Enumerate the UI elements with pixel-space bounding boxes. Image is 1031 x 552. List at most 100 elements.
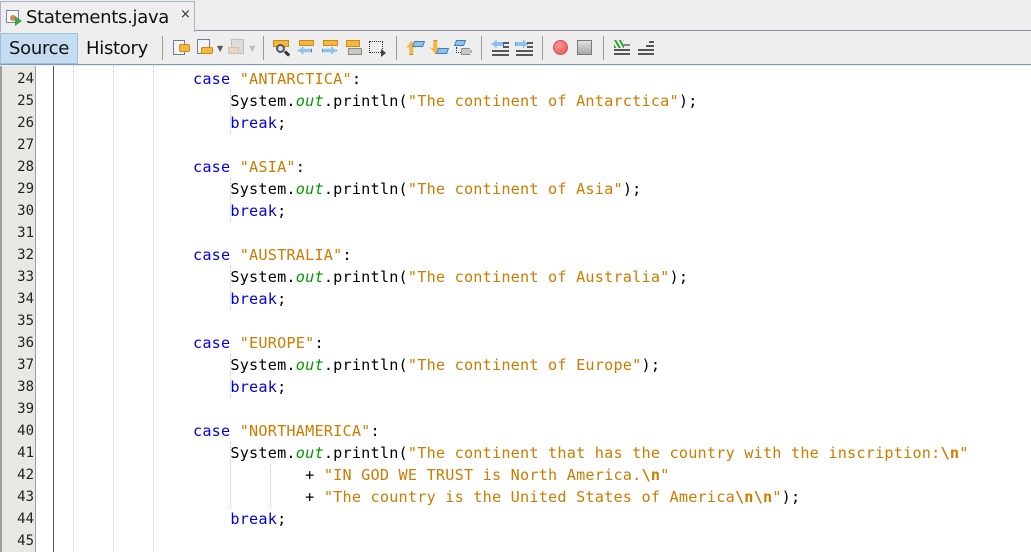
comment-icon[interactable]	[611, 37, 633, 59]
line-number: 43	[17, 489, 34, 505]
line-number: 32	[17, 247, 34, 263]
code-token: "EUROPE"	[239, 334, 315, 352]
code-token: :	[351, 70, 362, 88]
line-number: 42	[17, 467, 34, 483]
code-token: "The continent of Europe"	[407, 356, 642, 374]
code-token: break	[193, 290, 278, 308]
code-line: System.out.println("The continent of Asi…	[193, 178, 642, 200]
code-token: :	[314, 334, 324, 352]
indent-guide	[73, 66, 74, 552]
code-line: case "EUROPE":	[193, 332, 324, 354]
stop-macro-recording-icon[interactable]	[574, 37, 596, 59]
code-line: System.out.println("The continent of Eur…	[193, 354, 660, 376]
code-token: .println(	[323, 92, 408, 110]
block-indent-guide	[270, 464, 271, 508]
code-token: ;	[277, 114, 287, 132]
toolbar-separator	[603, 36, 605, 60]
previous-bookmark-icon[interactable]	[404, 37, 426, 59]
forward-history-dropdown[interactable]: ▼	[249, 44, 255, 53]
uncomment-icon[interactable]	[635, 37, 657, 59]
code-token: +	[193, 488, 324, 506]
code-token: break	[193, 378, 278, 396]
line-number: 36	[17, 335, 34, 351]
code-token: "NORTHAMERICA"	[239, 422, 371, 440]
code-token: ;	[277, 378, 287, 396]
code-token: out	[295, 180, 324, 198]
code-line: case "NORTHAMERICA":	[193, 420, 380, 442]
source-view-button[interactable]: Source	[0, 32, 79, 64]
line-number: 40	[17, 423, 34, 439]
line-number: 26	[17, 115, 34, 131]
code-line: break;	[193, 200, 286, 222]
code-token: +	[193, 466, 324, 484]
code-token: case	[193, 158, 240, 176]
code-token: );	[622, 180, 642, 198]
code-token: );	[669, 268, 689, 286]
block-indent-guide	[230, 354, 231, 398]
line-number: 28	[17, 159, 34, 175]
code-line: case "ANTARCTICA":	[193, 68, 361, 90]
code-line: break;	[193, 508, 286, 530]
tab-statements-java[interactable]: Statements.java ×	[0, 1, 195, 32]
code-token: System.	[193, 356, 296, 374]
code-token: :	[342, 246, 352, 264]
code-token: break	[193, 202, 278, 220]
code-line: + "IN GOD WE TRUST is North America.\n"	[193, 464, 670, 486]
next-bookmark-icon[interactable]	[428, 37, 450, 59]
code-token: "ASIA"	[239, 158, 296, 176]
code-token: out	[295, 356, 324, 374]
code-token: case	[193, 70, 240, 88]
toggle-bookmark-icon[interactable]	[452, 37, 474, 59]
code-line: System.out.println("The continent of Aus…	[193, 266, 688, 288]
code-token: .println(	[323, 356, 408, 374]
line-number: 35	[17, 313, 34, 329]
code-token: \n	[641, 466, 661, 484]
close-tab-icon[interactable]: ×	[180, 7, 191, 22]
shift-line-right-icon[interactable]	[513, 37, 535, 59]
code-token: break	[193, 114, 278, 132]
toggle-rectangular-selection-icon[interactable]	[367, 37, 389, 59]
code-token: System.	[193, 180, 296, 198]
editor-tab-bar: Statements.java ×	[0, 0, 1031, 32]
toggle-highlight-search-icon[interactable]	[343, 37, 365, 59]
code-token: case	[193, 422, 240, 440]
indent-guide	[153, 66, 154, 552]
back-history-dropdown[interactable]: ▼	[217, 44, 223, 53]
code-token: ;	[277, 510, 287, 528]
indent-guide	[113, 66, 114, 552]
block-indent-guide	[230, 90, 231, 134]
line-number: 24	[17, 71, 34, 87]
shift-line-left-icon[interactable]	[489, 37, 511, 59]
start-macro-recording-icon[interactable]	[550, 37, 572, 59]
block-indent-guide	[230, 178, 231, 222]
code-editor[interactable]: 24 25 26 27 28 29 30 31 32 33 34 35 36 37 38 39 40 41 42 43…	[0, 66, 1031, 552]
code-token: :	[370, 422, 380, 440]
code-token: "	[660, 466, 670, 484]
find-selection-icon[interactable]	[271, 37, 293, 59]
line-number: 45	[17, 533, 34, 549]
code-line: break;	[193, 288, 286, 310]
code-token: );	[641, 356, 661, 374]
toolbar-separator	[263, 36, 265, 60]
code-line: break;	[193, 376, 286, 398]
code-token: \n	[940, 444, 960, 462]
line-number: 34	[17, 291, 34, 307]
back-icon[interactable]	[194, 37, 216, 59]
last-edit-icon[interactable]	[170, 37, 192, 59]
code-token: ;	[277, 290, 287, 308]
code-token: case	[193, 246, 240, 264]
line-number: 38	[17, 379, 34, 395]
code-line: System.out.println("The continent that h…	[193, 442, 969, 464]
code-token: ;	[277, 202, 287, 220]
code-line: + "The country is the United States of A…	[193, 486, 800, 508]
code-token: out	[295, 268, 324, 286]
block-indent-guide	[230, 442, 231, 508]
find-previous-icon[interactable]	[295, 37, 317, 59]
code-line: case "AUSTRALIA":	[193, 244, 352, 266]
code-token: "The continent of Antarctica"	[407, 92, 679, 110]
line-number: 30	[17, 203, 34, 219]
forward-icon[interactable]	[226, 37, 248, 59]
code-line: break;	[193, 112, 286, 134]
history-view-button[interactable]: History	[78, 33, 156, 64]
find-next-icon[interactable]	[319, 37, 341, 59]
